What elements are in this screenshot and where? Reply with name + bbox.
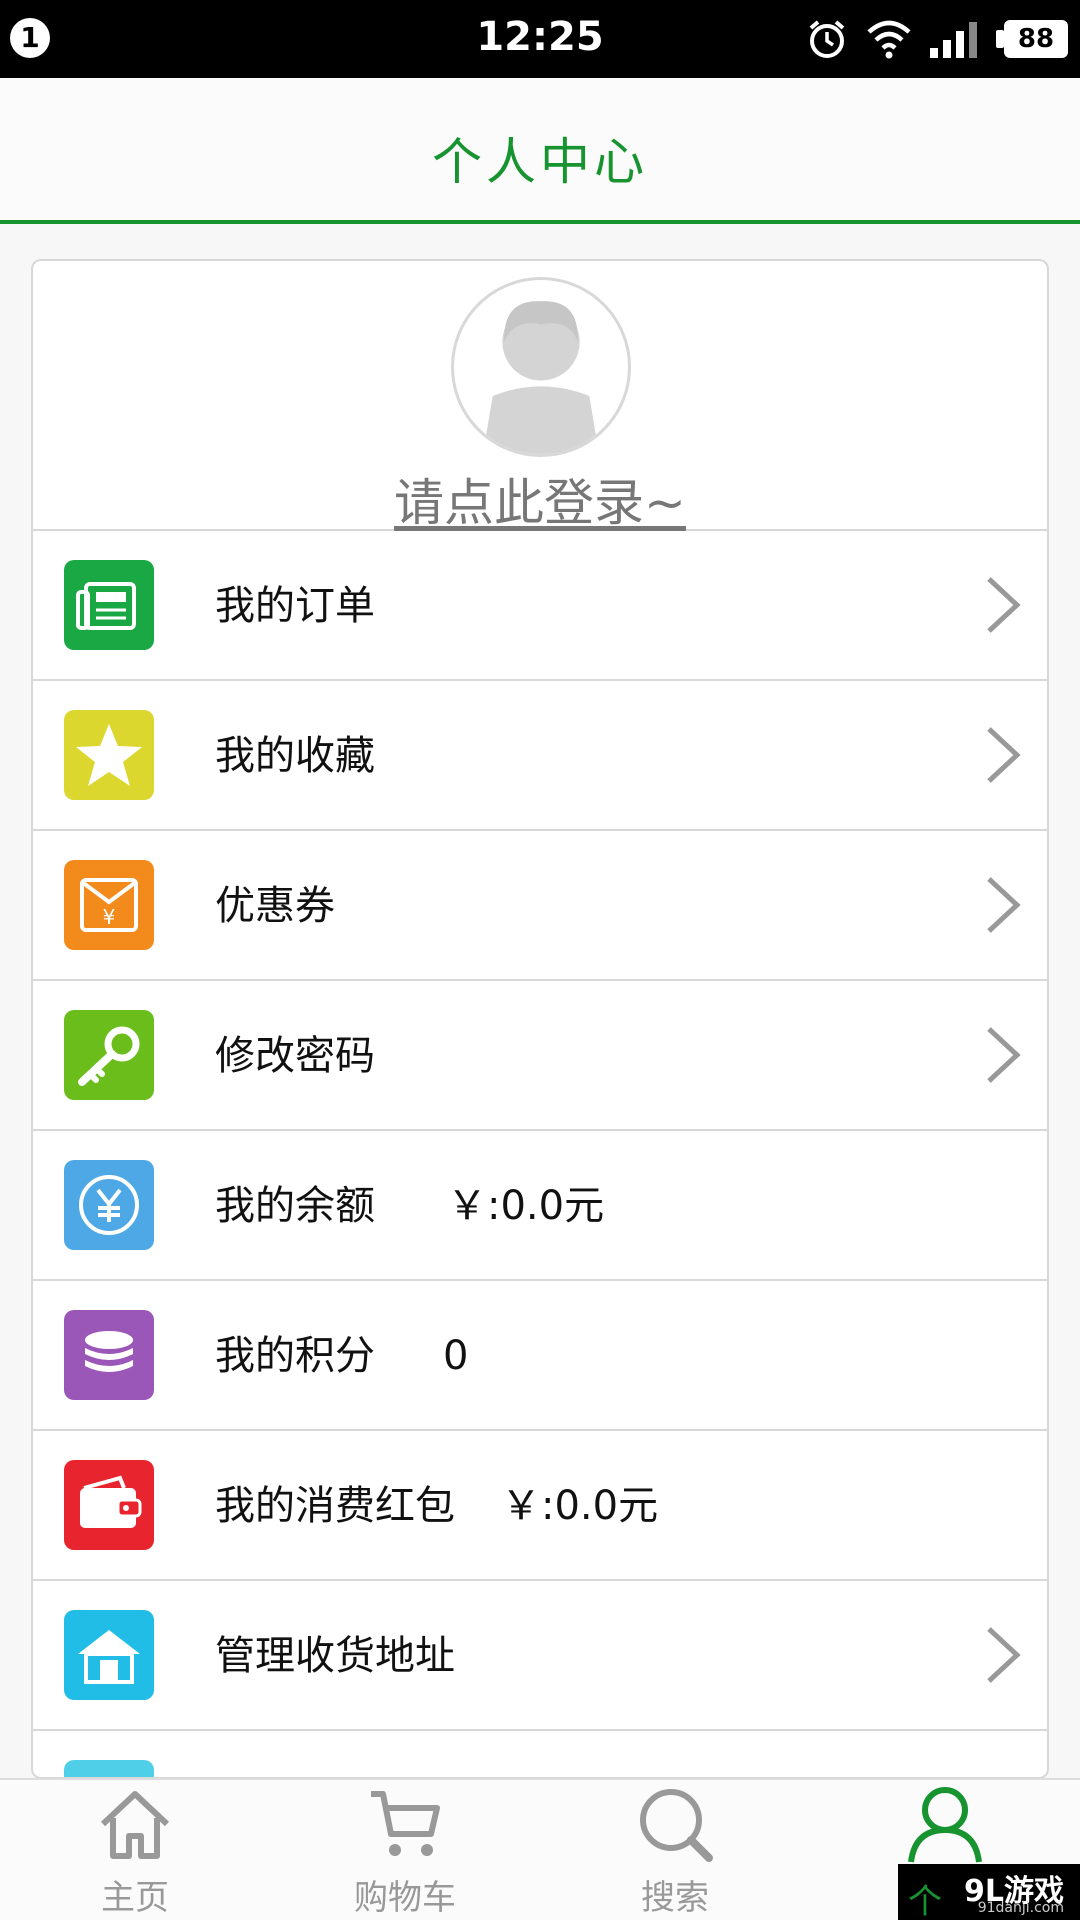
battery-icon: 88 xyxy=(1004,20,1068,58)
home-icon xyxy=(100,1791,170,1859)
menu-item-label: 我的余额 xyxy=(215,1183,375,1229)
svg-text:¥: ¥ xyxy=(103,905,116,929)
status-bar: 1 12:25 88 xyxy=(0,0,1080,78)
battery-tip xyxy=(996,30,1004,48)
yuan-coin-icon xyxy=(64,1160,154,1250)
balance-value: ￥:0.0元 xyxy=(447,1183,605,1229)
chevron-right-icon xyxy=(987,1027,1021,1083)
points-value: 0 xyxy=(443,1333,469,1379)
menu-item-change-password[interactable]: 修改密码 xyxy=(33,981,1047,1131)
status-time: 12:25 xyxy=(476,14,604,60)
user-icon xyxy=(908,1787,982,1863)
nav-label: 购物车 xyxy=(354,1878,456,1918)
watermark-arrow: 个 xyxy=(908,1882,942,1920)
menu-item-orders[interactable]: 我的订单 xyxy=(33,531,1047,681)
page-title: 个人中心 xyxy=(432,133,648,191)
chevron-right-icon xyxy=(987,877,1021,933)
menu-item-label: 优惠券 xyxy=(215,883,335,929)
menu-item-label: 修改密码 xyxy=(215,1033,375,1079)
nav-search[interactable]: 搜索 xyxy=(575,1780,775,1920)
menu-item-coupons[interactable]: ¥ 优惠券 xyxy=(33,831,1047,981)
menu-item-red-packet[interactable]: 我的消费红包 ￥:0.0元 xyxy=(33,1431,1047,1581)
alarm-icon xyxy=(809,20,845,58)
nav-home[interactable]: 主页 xyxy=(35,1780,235,1920)
star-icon xyxy=(64,710,154,800)
search-icon xyxy=(640,1789,713,1862)
watermark: 个 9L游戏 91danji.com xyxy=(898,1864,1080,1920)
wifi-icon xyxy=(867,20,911,59)
nav-cart[interactable]: 购物车 xyxy=(305,1780,505,1920)
menu-item-balance[interactable]: 我的余额 ￥:0.0元 xyxy=(33,1131,1047,1281)
nav-label: 搜索 xyxy=(641,1878,709,1918)
profile-card: 请点此登录~ 我的订单 我的收藏 ¥ 优惠券 修改密码 我的余额 ￥:0.0元 … xyxy=(31,259,1049,1779)
order-list-icon xyxy=(64,560,154,650)
coupon-envelope-icon: ¥ xyxy=(64,860,154,950)
red-packet-value: ￥:0.0元 xyxy=(501,1483,659,1529)
signal-icon xyxy=(930,22,977,58)
nav-label: 主页 xyxy=(101,1878,169,1918)
menu-item-label: 我的收藏 xyxy=(215,733,375,779)
chevron-right-icon xyxy=(987,1627,1021,1683)
coin-stack-icon xyxy=(64,1310,154,1400)
chevron-right-icon xyxy=(987,727,1021,783)
key-icon xyxy=(64,1010,154,1100)
menu-item-label: 我的消费红包 xyxy=(215,1483,455,1529)
cart-icon xyxy=(371,1791,440,1856)
menu-item-points[interactable]: 我的积分 0 xyxy=(33,1281,1047,1431)
battery-level: 88 xyxy=(1017,24,1055,54)
menu-item-partial[interactable] xyxy=(33,1731,1047,1777)
menu-icon-partial xyxy=(64,1760,154,1777)
menu-item-label: 管理收货地址 xyxy=(215,1633,455,1679)
app-header: 个人中心 xyxy=(0,78,1080,224)
chevron-right-icon xyxy=(987,577,1021,633)
house-icon xyxy=(64,1610,154,1700)
menu-item-label: 我的订单 xyxy=(215,583,375,629)
wallet-icon xyxy=(64,1460,154,1550)
menu-item-label: 我的积分 xyxy=(215,1333,375,1379)
watermark-url: 91danji.com xyxy=(977,1900,1064,1916)
login-link[interactable]: 请点此登录~ xyxy=(33,463,1047,535)
menu-item-favorites[interactable]: 我的收藏 xyxy=(33,681,1047,831)
default-avatar-icon[interactable] xyxy=(451,277,631,457)
menu-item-address[interactable]: 管理收货地址 xyxy=(33,1581,1047,1731)
profile-section: 请点此登录~ xyxy=(33,261,1047,532)
